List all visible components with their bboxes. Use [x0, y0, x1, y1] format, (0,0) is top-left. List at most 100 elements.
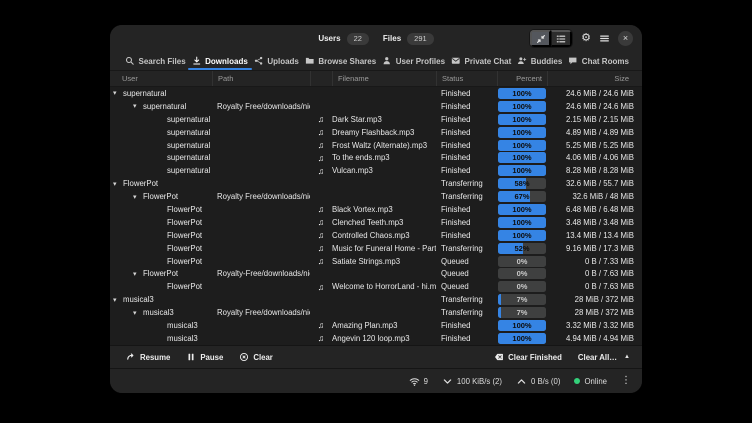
clear-finished-button[interactable]: Clear Finished	[486, 350, 570, 364]
percent-label: 100%	[498, 204, 546, 215]
status-cell: Finished	[436, 334, 497, 343]
tab-label: Browse Shares	[318, 57, 376, 66]
table-row[interactable]: ▾musical3Royalty Free/downloads/nicotine…	[110, 306, 642, 319]
download-speed-indicator[interactable]: 100 KiB/s (2)	[442, 376, 502, 387]
clear-button[interactable]: Clear	[231, 350, 281, 364]
table-row[interactable]: supernatural♫Dark Star.mp3Finished100%2.…	[110, 113, 642, 126]
table-row[interactable]: ▾FlowerPotRoyalty Free/downloads/nicotin…	[110, 190, 642, 203]
percent-cell: 0%	[497, 256, 547, 267]
filename-cell: Music for Funeral Home - Part 1	[332, 244, 436, 253]
table-row[interactable]: FlowerPot♫Controlled Chaos.mp3Finished10…	[110, 229, 642, 242]
percent-cell: 100%	[497, 152, 547, 163]
music-note-icon: ♫	[310, 205, 332, 214]
tab-user-profiles[interactable]: User Profiles	[379, 52, 448, 70]
status-menu-button[interactable]: ⋮	[621, 376, 631, 386]
table-row[interactable]: FlowerPot♫Welcome to HorrorLand - hi.mp3…	[110, 280, 642, 293]
music-note-icon: ♫	[310, 154, 332, 163]
resume-button[interactable]: Resume	[118, 350, 178, 364]
tab-browse-shares[interactable]: Browse Shares	[302, 52, 379, 70]
size-cell: 4.94 MiB / 4.94 MiB	[547, 334, 634, 343]
table-row[interactable]: supernatural♫Dreamy Flashback.mp3Finishe…	[110, 126, 642, 139]
expander-icon[interactable]: ▾	[133, 102, 143, 110]
music-note-icon: ♫	[310, 141, 332, 150]
user-cell: supernatural	[110, 128, 212, 137]
percent-cell: 100%	[497, 333, 547, 344]
close-button[interactable]: ×	[618, 31, 633, 46]
tab-chat-rooms[interactable]: Chat Rooms	[565, 52, 632, 70]
expander-icon[interactable]: ▾	[113, 296, 123, 304]
user-cell: ▾musical3	[110, 308, 212, 317]
progress-bar: 0%	[498, 268, 546, 279]
table-row[interactable]: ▾musical3Transferring7%28 MiB / 372 MiB	[110, 293, 642, 306]
user-cell: ▾supernatural	[110, 102, 212, 111]
size-cell: 13.4 MiB / 13.4 MiB	[547, 231, 634, 240]
settings-button[interactable]: ⚙	[581, 33, 591, 44]
table-row[interactable]: ▾supernaturalFinished100%24.6 MiB / 24.6…	[110, 87, 642, 100]
connections-indicator[interactable]: 9	[409, 376, 428, 387]
tab-search-files[interactable]: Search Files	[122, 52, 189, 70]
status-cell: Finished	[436, 205, 497, 214]
filename-cell: Vulcan.mp3	[332, 166, 436, 175]
filename-cell: Controlled Chaos.mp3	[332, 231, 436, 240]
table-row[interactable]: FlowerPot♫Black Vortex.mp3Finished100%6.…	[110, 203, 642, 216]
size-cell: 24.6 MiB / 24.6 MiB	[547, 89, 634, 98]
percent-label: 100%	[498, 88, 546, 99]
column-header-path[interactable]: Path	[212, 71, 310, 86]
table-row[interactable]: musical3♫Angevin 120 loop.mp3Finished100…	[110, 332, 642, 345]
list-view-button[interactable]	[551, 30, 572, 47]
user-cell: ▾FlowerPot	[110, 269, 212, 278]
column-header-filename[interactable]: Filename	[332, 71, 436, 86]
music-note-icon: ♫	[310, 334, 332, 343]
column-header-user[interactable]: User	[110, 71, 212, 86]
tab-private-chat[interactable]: Private Chat	[448, 52, 514, 70]
tab-buddies[interactable]: Buddies	[514, 52, 565, 70]
menu-button[interactable]	[599, 33, 610, 44]
tab-uploads[interactable]: Uploads	[251, 52, 302, 70]
table-row[interactable]: FlowerPot♫Satiate Strings.mp3Queued0%0 B…	[110, 255, 642, 268]
files-count-badge: 291	[407, 33, 434, 45]
table-row[interactable]: FlowerPot♫Clenched Teeth.mp3Finished100%…	[110, 216, 642, 229]
clear-finished-backspace-icon	[494, 352, 504, 362]
kebab-menu-icon: ⋮	[621, 376, 631, 386]
user-name: FlowerPot	[123, 179, 158, 188]
table-row[interactable]: supernatural♫Vulcan.mp3Finished100%8.28 …	[110, 164, 642, 177]
table-row[interactable]: ▾FlowerPotRoyalty-Free/downloads/nicotin…	[110, 267, 642, 280]
column-header-percent[interactable]: Percent	[497, 71, 547, 86]
user-cell: FlowerPot	[110, 282, 212, 291]
percent-label: 0%	[498, 268, 546, 279]
table-row[interactable]: musical3♫Amazing Plan.mp3Finished100%3.3…	[110, 319, 642, 332]
user-name: supernatural	[167, 153, 210, 162]
expander-icon[interactable]: ▾	[133, 270, 143, 278]
table-row[interactable]: ▾FlowerPotTransferring58%32.6 MiB / 55.7…	[110, 177, 642, 190]
upload-speed-indicator[interactable]: 0 B/s (0)	[516, 376, 560, 387]
progress-bar: 100%	[498, 114, 546, 125]
path-cell: Royalty Free/downloads/nicotine	[212, 192, 310, 201]
size-cell: 4.06 MiB / 4.06 MiB	[547, 153, 634, 162]
expander-icon[interactable]: ▾	[133, 309, 143, 317]
table-row[interactable]: supernatural♫Frost Waltz (Alternate).mp3…	[110, 139, 642, 152]
progress-bar: 52%	[498, 243, 546, 254]
online-status[interactable]: Online	[574, 377, 607, 386]
buddies-icon	[517, 56, 527, 66]
expander-icon[interactable]: ▾	[133, 193, 143, 201]
compact-view-button[interactable]	[530, 30, 551, 47]
music-note-icon: ♫	[310, 283, 332, 292]
column-header-size[interactable]: Size	[547, 71, 634, 86]
progress-bar: 100%	[498, 101, 546, 112]
expander-icon[interactable]: ▾	[113, 180, 123, 188]
pause-button[interactable]: Pause	[178, 350, 231, 364]
clear-all-button[interactable]: Clear All… ▲	[570, 351, 634, 364]
tab-downloads[interactable]: Downloads	[189, 52, 251, 70]
user-name: supernatural	[167, 141, 210, 150]
user-name: FlowerPot	[167, 282, 202, 291]
column-header-status[interactable]: Status	[436, 71, 497, 86]
table-row[interactable]: FlowerPot♫Music for Funeral Home - Part …	[110, 242, 642, 255]
table-row[interactable]: ▾supernaturalRoyalty Free/downloads/nico…	[110, 100, 642, 113]
tab-label: User Profiles	[396, 57, 445, 66]
expander-icon[interactable]: ▾	[113, 89, 123, 97]
status-cell: Finished	[436, 128, 497, 137]
table-row[interactable]: supernatural♫To the ends.mp3Finished100%…	[110, 151, 642, 164]
progress-bar: 100%	[498, 204, 546, 215]
column-header-file-icon[interactable]	[310, 71, 332, 86]
path-cell: Royalty Free/downloads/nicotine	[212, 102, 310, 111]
